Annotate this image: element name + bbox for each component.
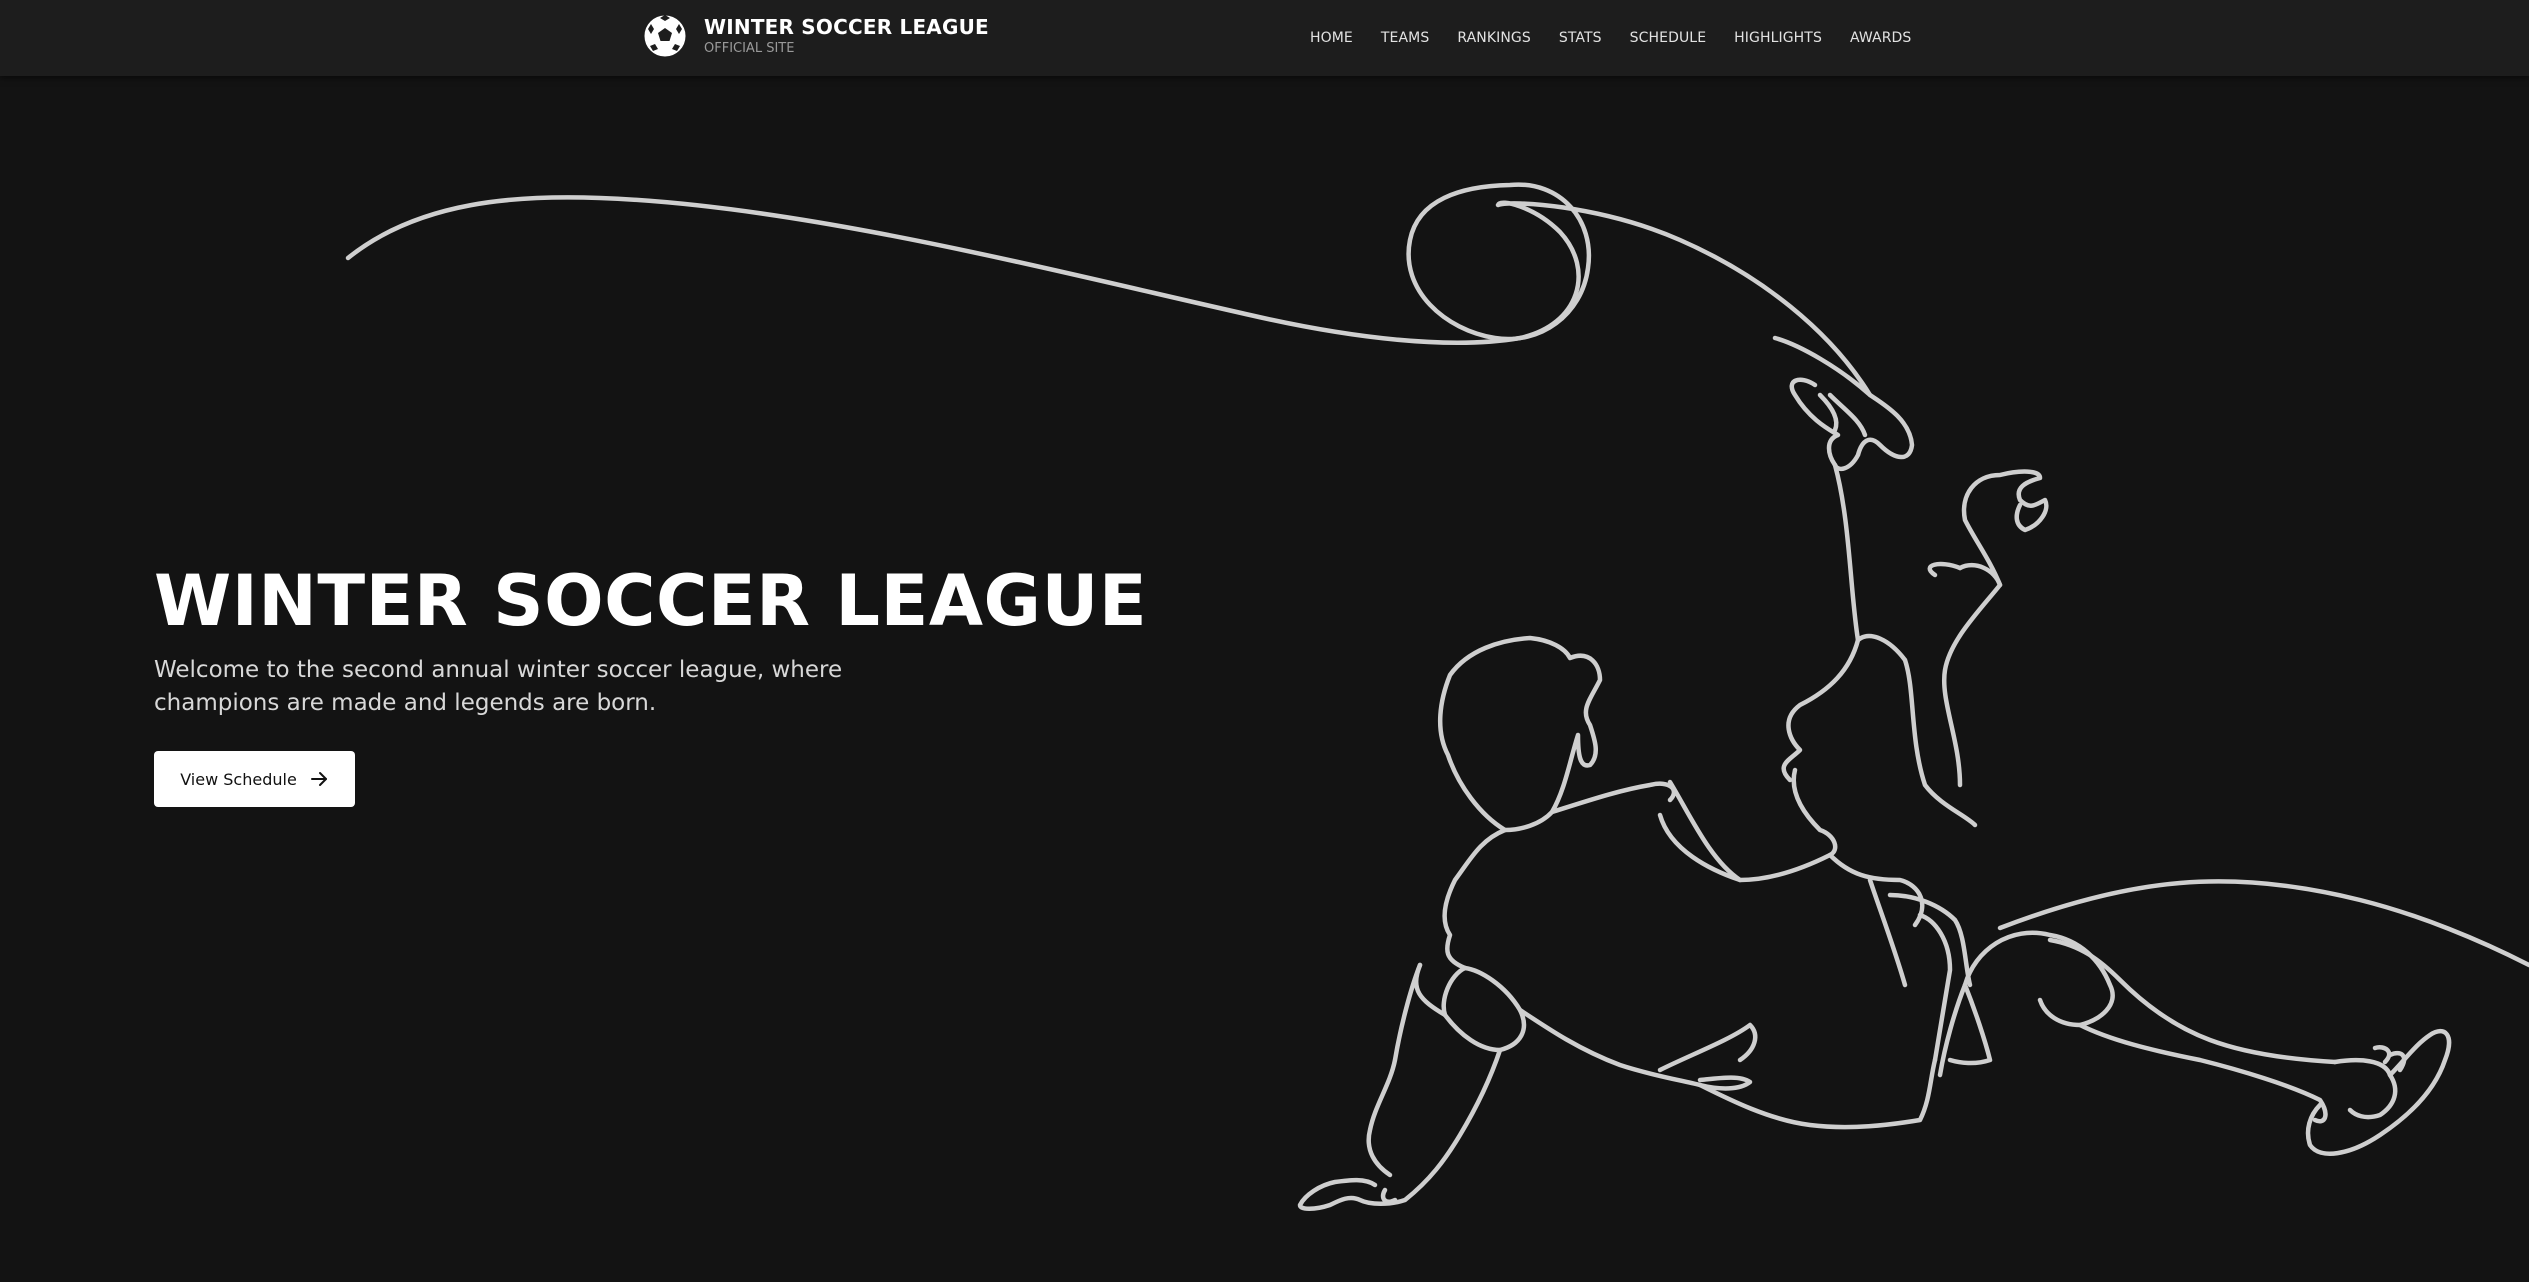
nav-rankings[interactable]: RANKINGS bbox=[1457, 30, 1531, 46]
brand-subtitle: OFFICIAL SITE bbox=[704, 40, 795, 56]
main-nav: HOME TEAMS RANKINGS STATS SCHEDULE HIGHL… bbox=[1310, 0, 1939, 76]
nav-home[interactable]: HOME bbox=[1310, 30, 1353, 46]
arrow-right-icon bbox=[310, 772, 327, 786]
view-schedule-label: View Schedule bbox=[180, 769, 297, 789]
nav-highlights[interactable]: HIGHLIGHTS bbox=[1734, 30, 1822, 46]
hero-title: WINTER SOCCER LEAGUE bbox=[154, 560, 1148, 642]
nav-awards[interactable]: AWARDS bbox=[1850, 30, 1911, 46]
nav-stats[interactable]: STATS bbox=[1559, 30, 1602, 46]
brand-title: WINTER SOCCER LEAGUE bbox=[704, 14, 989, 39]
top-navbar: WINTER SOCCER LEAGUE OFFICIAL SITE HOME … bbox=[0, 0, 2529, 76]
brand[interactable]: WINTER SOCCER LEAGUE OFFICIAL SITE bbox=[642, 13, 989, 59]
soccer-ball-icon bbox=[643, 14, 687, 58]
hero-description: Welcome to the second annual winter socc… bbox=[154, 657, 843, 716]
nav-schedule[interactable]: SCHEDULE bbox=[1630, 30, 1707, 46]
view-schedule-button[interactable]: View Schedule bbox=[154, 751, 355, 807]
nav-teams[interactable]: TEAMS bbox=[1381, 30, 1429, 46]
